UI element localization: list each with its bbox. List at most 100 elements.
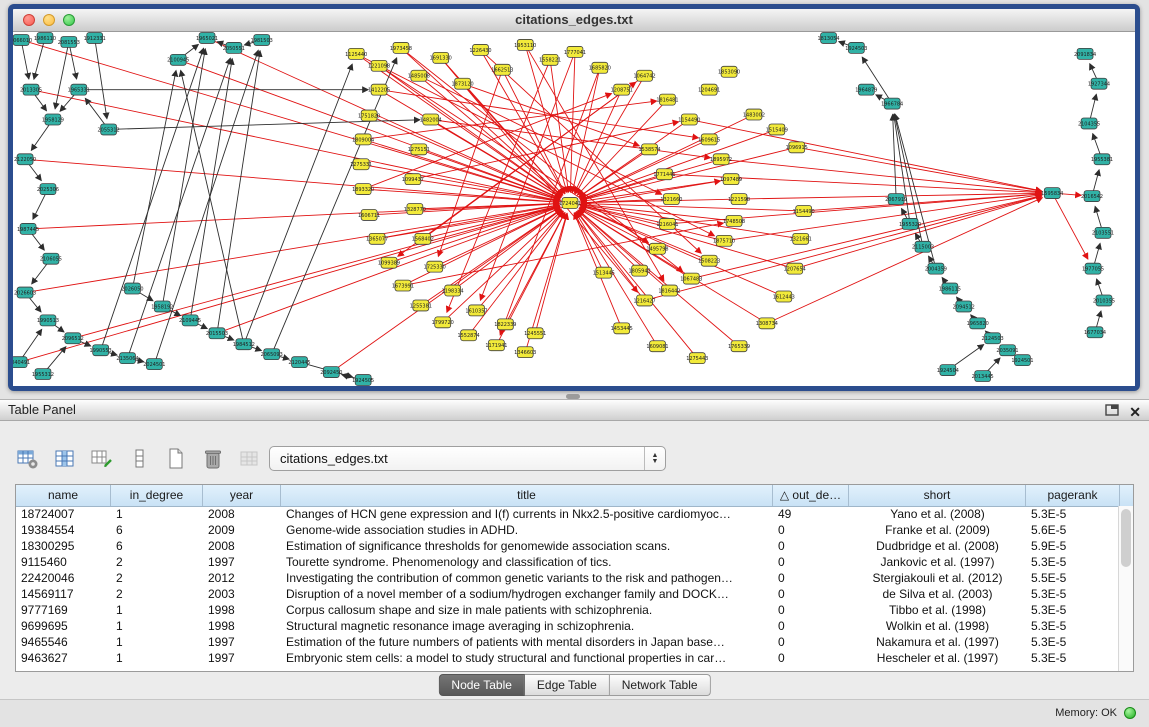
column-select-icon[interactable] (51, 445, 79, 473)
graph-node[interactable]: 1986110 (34, 32, 56, 43)
float-panel-icon[interactable] (1105, 403, 1119, 421)
graph-node[interactable]: 1204691 (698, 84, 720, 95)
tab-network-table[interactable]: Network Table (610, 674, 711, 696)
graph-node[interactable]: 2004359 (925, 263, 947, 274)
graph-node[interactable]: 1096915 (786, 142, 808, 153)
graph-node[interactable]: 1208751 (611, 84, 633, 95)
graph-node[interactable]: 2065093 (261, 349, 283, 360)
graph-node[interactable]: 1606711 (358, 209, 380, 220)
graph-node[interactable]: 1275151 (408, 144, 430, 155)
graph-node[interactable]: 1067483 (680, 273, 702, 284)
graph-node[interactable]: 1990513 (37, 315, 59, 326)
graph-node[interactable]: 2106055 (40, 253, 62, 264)
graph-node[interactable]: 1482004 (420, 114, 442, 125)
graph-node[interactable]: 2103551 (1092, 227, 1114, 238)
graph-node[interactable]: 1986115 (939, 283, 961, 294)
graph-node[interactable]: 1125440 (345, 48, 367, 59)
graph-node[interactable]: 1987445 (17, 223, 39, 234)
graph-node[interactable]: 1154490 (678, 114, 700, 125)
graph-node[interactable]: 1365077 (366, 233, 388, 244)
graph-node[interactable]: 1958192 (151, 301, 173, 312)
graph-node[interactable]: 1853090 (718, 66, 740, 77)
graph-node[interactable]: 2122050 (14, 154, 36, 165)
tab-edge-table[interactable]: Edge Table (525, 674, 610, 696)
graph-node[interactable]: 2050551 (223, 42, 245, 53)
table-row[interactable]: 1830029562008Estimation of significance … (16, 538, 1119, 554)
network-select-dropdown[interactable]: citations_edges.txt ▲▼ (269, 446, 666, 471)
graph-node[interactable]: 1662513 (491, 64, 513, 75)
graph-node[interactable]: 2135064 (116, 353, 138, 364)
graph-node[interactable]: 1751820 (358, 110, 380, 121)
graph-node[interactable]: 1724041 (559, 198, 581, 209)
graph-node[interactable]: 2035091 (996, 345, 1018, 356)
graph-node[interactable]: 2081553 (58, 36, 80, 47)
graph-node[interactable]: 1955381 (1091, 154, 1113, 165)
table-edit-icon[interactable] (88, 445, 116, 473)
graph-node[interactable]: 1216427 (634, 295, 656, 306)
graph-node[interactable]: 1873120 (452, 78, 474, 89)
graph-node[interactable]: 2124503 (982, 333, 1004, 344)
graph-node[interactable]: 1965820 (967, 318, 989, 329)
graph-node[interactable]: 1513445 (593, 267, 615, 278)
graph-node[interactable]: 1453445 (611, 323, 633, 334)
graph-node[interactable]: 1748508 (723, 215, 745, 226)
graph-node[interactable]: 1924503 (845, 42, 867, 53)
table-row[interactable]: 946362711997Embryonic stem cells: a mode… (16, 650, 1119, 666)
table-row[interactable]: 969969511998Structural magnetic resonanc… (16, 618, 1119, 634)
graph-node[interactable]: 1321661 (790, 233, 812, 244)
graph-node[interactable]: 1816442 (658, 285, 680, 296)
graph-node[interactable]: 1064742 (634, 70, 656, 81)
graph-node[interactable]: 1691330 (430, 52, 452, 63)
column-header-out_de[interactable]: △ out_de… (773, 485, 849, 506)
graph-node[interactable]: 2094512 (953, 301, 975, 312)
table-scrollbar[interactable] (1118, 506, 1133, 671)
table-row[interactable]: 1938455462009Genome-wide association stu… (16, 522, 1119, 538)
graph-node[interactable]: 1483002 (743, 109, 765, 120)
graph-node[interactable]: 1984512 (233, 339, 255, 350)
graph-node[interactable]: 2092450 (320, 367, 342, 378)
graph-node[interactable]: 1495798 (646, 243, 668, 254)
zoom-window-button[interactable] (63, 14, 75, 26)
column-header-year[interactable]: year (203, 485, 281, 506)
graph-node[interactable]: 2010355 (1093, 295, 1115, 306)
graph-node[interactable]: 1725330 (424, 261, 446, 272)
graph-node[interactable]: 1612443 (773, 291, 795, 302)
close-panel-icon[interactable]: ✕ (1129, 405, 1141, 419)
graph-node[interactable]: 1677034 (1084, 327, 1106, 338)
graph-node[interactable]: 2091834 (1074, 48, 1096, 59)
graph-node[interactable]: 1346603 (514, 347, 536, 358)
graph-node[interactable]: 2055312 (98, 124, 120, 135)
graph-node[interactable]: 2096512 (62, 333, 84, 344)
graph-node[interactable]: 1964879 (855, 84, 877, 95)
graph-node[interactable]: 1958129 (42, 114, 64, 125)
graph-node[interactable]: 2026050 (121, 283, 143, 294)
delete-table-icon[interactable] (199, 445, 227, 473)
graph-node[interactable]: 1973458 (390, 42, 412, 53)
column-header-pagerank[interactable]: pagerank (1026, 485, 1120, 506)
table-row[interactable]: 1872400712008Changes of HCN gene express… (16, 506, 1119, 522)
graph-node[interactable]: 1966784 (881, 98, 903, 109)
graph-node[interactable]: 2115003 (912, 241, 934, 252)
graph-node[interactable]: 2024501 (143, 359, 165, 370)
graph-node[interactable]: 1924505 (352, 375, 374, 386)
graph-node[interactable]: 2100945 (167, 54, 189, 65)
graph-node[interactable]: 2015503 (206, 328, 228, 339)
table-row[interactable]: 911546021997Tourette syndrome. Phenomeno… (16, 554, 1119, 570)
graph-node[interactable]: 1809004 (352, 134, 374, 145)
graph-node[interactable]: 2109445 (179, 315, 201, 326)
graph-node[interactable]: 1816481 (656, 94, 678, 105)
graph-node[interactable]: 1799720 (432, 317, 454, 328)
graph-node[interactable]: 1875710 (713, 235, 735, 246)
graph-node[interactable]: 1308734 (756, 318, 778, 329)
graph-node[interactable]: 1965021 (196, 32, 218, 43)
graph-node[interactable]: 1198334 (442, 285, 464, 296)
graph-node[interactable]: 1099389 (378, 257, 400, 268)
graph-node[interactable]: 1771441 (653, 169, 675, 180)
graph-node[interactable]: 1953110 (514, 39, 536, 50)
window-titlebar[interactable]: citations_edges.txt (13, 9, 1135, 32)
network-canvas[interactable]: 1724041112544012210981973458148500816913… (13, 32, 1125, 386)
graph-node[interactable]: 1990553 (90, 345, 112, 356)
table-row[interactable]: 2242004622012Investigating the contribut… (16, 570, 1119, 586)
graph-node[interactable]: 1805943 (629, 265, 651, 276)
graph-node[interactable]: 1154490 (793, 206, 815, 217)
